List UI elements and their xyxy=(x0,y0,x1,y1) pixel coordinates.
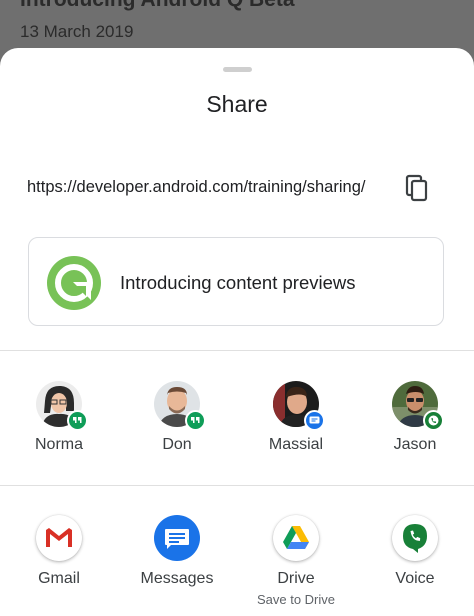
shared-url: https://developer.android.com/training/s… xyxy=(27,178,366,196)
share-sheet-title: Share xyxy=(206,91,268,117)
hangouts-icon xyxy=(67,410,88,431)
app-sublabel: Save to Drive xyxy=(256,592,336,607)
drag-handle[interactable] xyxy=(223,67,252,72)
hangouts-icon xyxy=(185,410,206,431)
contact-jason[interactable]: Jason xyxy=(356,381,474,454)
app-drive[interactable]: Drive Save to Drive xyxy=(237,515,355,607)
preview-title: Introducing content previews xyxy=(120,272,356,293)
app-label: Drive xyxy=(277,570,315,587)
voice-icon xyxy=(403,524,427,553)
app-label: Messages xyxy=(140,570,214,587)
contact-name: Jason xyxy=(393,436,437,453)
article-date: 13 March 2019 xyxy=(20,22,134,41)
app-messages[interactable]: Messages xyxy=(118,515,236,588)
contact-norma[interactable]: Norma xyxy=(0,381,118,454)
messages-icon xyxy=(165,529,189,549)
messages-icon xyxy=(304,410,325,431)
app-voice[interactable]: Voice xyxy=(356,515,474,588)
divider-bottom xyxy=(0,485,474,486)
divider-top xyxy=(0,350,474,351)
copy-icon xyxy=(405,174,428,202)
gmail-icon xyxy=(46,528,72,547)
contact-name: Massial xyxy=(268,436,324,453)
drive-icon xyxy=(283,526,309,549)
voice-icon xyxy=(423,410,444,431)
app-label: Voice xyxy=(395,570,435,587)
copy-button[interactable] xyxy=(401,172,435,206)
contact-massial[interactable]: Massial xyxy=(237,381,355,454)
share-sheet: Share https://developer.android.com/trai… xyxy=(0,48,474,616)
app-gmail[interactable]: Gmail xyxy=(0,515,118,588)
article-title: Introducing Android Q Beta xyxy=(20,0,295,12)
contact-name: Norma xyxy=(34,436,83,453)
content-preview-card: Introducing content previews xyxy=(28,237,444,326)
android-q-logo xyxy=(47,256,101,310)
contact-name: Don xyxy=(162,436,192,453)
app-label: Gmail xyxy=(38,570,80,587)
contact-don[interactable]: Don xyxy=(118,381,236,454)
